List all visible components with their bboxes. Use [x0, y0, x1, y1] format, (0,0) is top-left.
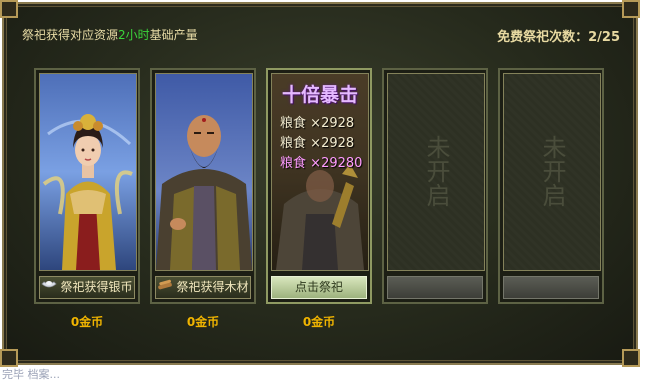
sacrifice-panel: 祭祀获得对应资源2小时基础产量 免费祭祀次数：2/25 祭祀获得银币 0金币 祭…: [0, 0, 640, 367]
locked-label: 未开启: [538, 135, 566, 207]
free-count-value: 2/25: [588, 30, 620, 45]
sacrifice-wood-button[interactable]: 祭祀获得木材: [155, 276, 251, 299]
locked-label: 未开启: [422, 135, 450, 207]
sacrifice-card-locked: 未开启: [498, 68, 604, 304]
locked-slot-art: 未开启: [387, 73, 485, 271]
sacrifice-card-wood: 祭祀获得木材: [150, 68, 256, 304]
general-portrait-elder: 十倍暴击 粮食 ×2928 粮食 ×2928 粮食 ×29280: [271, 73, 369, 271]
card-price: 0金币: [186, 315, 220, 329]
reward-line: 粮食 ×2928: [280, 136, 355, 151]
info-prefix: 祭祀获得对应资源: [22, 28, 119, 42]
general-portrait-female: [39, 73, 137, 271]
sacrifice-card-silver: 祭祀获得银币: [34, 68, 140, 304]
click-sacrifice-button[interactable]: 点击祭祀: [271, 276, 367, 299]
info-highlight: 2小时: [118, 28, 150, 42]
free-count-label: 免费祭祀次数：: [497, 30, 589, 45]
card-price: 0金币: [302, 315, 336, 329]
general-portrait-monk: [155, 73, 253, 271]
silver-ingot-icon: [41, 277, 58, 298]
locked-slot-button: [503, 276, 599, 299]
locked-slot-button: [387, 276, 483, 299]
reward-line: 粮食 ×2928: [280, 116, 355, 131]
button-label: 祭祀获得木材: [176, 280, 249, 294]
sacrifice-silver-button[interactable]: 祭祀获得银币: [39, 276, 135, 299]
button-label: 祭祀获得银币: [60, 280, 133, 294]
sacrifice-info-text: 祭祀获得对应资源2小时基础产量: [22, 26, 198, 43]
reward-line-critical: 粮食 ×29280: [280, 156, 363, 171]
free-sacrifice-count: 免费祭祀次数：2/25: [497, 26, 620, 45]
corner-ornament: [622, 0, 640, 18]
footer-status-text: 完毕 档案...: [2, 368, 60, 381]
card-price: 0金币: [70, 315, 104, 329]
sacrifice-card-locked: 未开启: [382, 68, 488, 304]
locked-slot-art: 未开启: [503, 73, 601, 271]
critical-hit-title: 十倍暴击: [281, 84, 358, 106]
wood-icon: [157, 277, 173, 298]
sacrifice-card-grain: 十倍暴击 粮食 ×2928 粮食 ×2928 粮食 ×29280 点击祭祀: [266, 68, 372, 304]
info-suffix: 基础产量: [149, 28, 198, 42]
corner-ornament: [0, 0, 18, 18]
corner-ornament: [0, 349, 18, 367]
corner-ornament: [622, 349, 640, 367]
